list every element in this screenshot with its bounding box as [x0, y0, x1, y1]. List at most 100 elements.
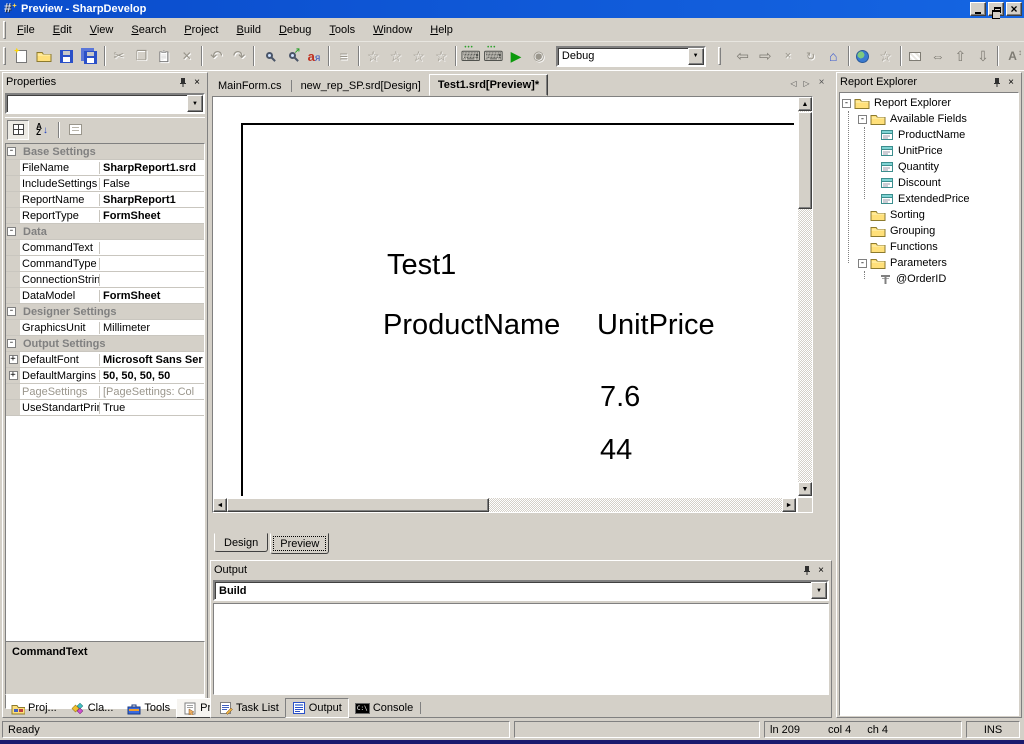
- property-row[interactable]: UseStandartPrirTrue: [6, 400, 204, 416]
- tab-preview[interactable]: Preview: [270, 533, 329, 554]
- tree-item-report-explorer[interactable]: Report Explorer: [840, 95, 1018, 111]
- browse-forward-button[interactable]: [754, 45, 777, 67]
- refresh-button[interactable]: [799, 45, 822, 67]
- report-explorer-close-button[interactable]: ×: [1004, 76, 1018, 89]
- chevron-down-icon[interactable]: [811, 582, 827, 599]
- menu-help[interactable]: Help: [423, 22, 460, 38]
- tab-scroll-left-button[interactable]: ◁: [788, 79, 799, 90]
- next-bookmark-button[interactable]: [407, 45, 430, 67]
- menu-search[interactable]: Search: [124, 22, 173, 38]
- run-button[interactable]: [505, 45, 528, 67]
- menubar-grip[interactable]: [3, 21, 6, 39]
- toolbar-grip-2[interactable]: [718, 47, 721, 65]
- output-close-button[interactable]: ×: [814, 564, 828, 577]
- move-down-button[interactable]: [972, 45, 995, 67]
- pin-button[interactable]: [800, 564, 814, 577]
- expand-icon[interactable]: [9, 355, 18, 364]
- undo-button[interactable]: [205, 45, 228, 67]
- property-row[interactable]: IncludeSettingsFalse: [6, 176, 204, 192]
- property-row[interactable]: CommandText: [6, 240, 204, 256]
- tab-close-button[interactable]: ×: [816, 77, 827, 88]
- minimize-button[interactable]: [970, 2, 986, 16]
- copy-button[interactable]: [130, 45, 153, 67]
- menu-debug[interactable]: Debug: [272, 22, 318, 38]
- tab-output[interactable]: Output: [285, 698, 349, 718]
- property-pages-button[interactable]: [64, 120, 86, 140]
- menu-file[interactable]: File: [10, 22, 42, 38]
- horizontal-scrollbar[interactable]: ◄ ►: [213, 498, 796, 512]
- property-row[interactable]: DataModelFormSheet: [6, 288, 204, 304]
- browse-back-button[interactable]: [731, 45, 754, 67]
- chevron-down-icon[interactable]: [187, 95, 203, 112]
- tree-item-grouping[interactable]: Grouping: [840, 223, 1018, 239]
- font-size-button[interactable]: [1001, 45, 1024, 67]
- collapse-icon[interactable]: [7, 339, 16, 348]
- menu-build[interactable]: Build: [230, 22, 268, 38]
- property-row[interactable]: CommandType: [6, 256, 204, 272]
- tab-test1-preview[interactable]: Test1.srd[Preview]*: [429, 74, 548, 96]
- collapse-icon[interactable]: [858, 115, 867, 124]
- toggle-bookmark-button[interactable]: [362, 45, 385, 67]
- tab-design[interactable]: Design: [214, 533, 268, 552]
- collapse-icon[interactable]: [7, 147, 16, 156]
- collapse-icon[interactable]: [7, 307, 16, 316]
- tree-item-available-fields[interactable]: Available Fields: [840, 111, 1018, 127]
- prev-bookmark-button[interactable]: [385, 45, 408, 67]
- menu-tools[interactable]: Tools: [322, 22, 362, 38]
- scroll-down-button[interactable]: ▼: [798, 482, 812, 496]
- property-row[interactable]: DefaultMargins50, 50, 50, 50: [6, 368, 204, 384]
- property-category-row[interactable]: Base Settings: [6, 144, 204, 160]
- delete-button[interactable]: [175, 45, 198, 67]
- property-row[interactable]: GraphicsUnitMillimeter: [6, 320, 204, 336]
- tree-item-quantity[interactable]: Quantity: [840, 159, 1018, 175]
- collapse-icon[interactable]: [7, 227, 16, 236]
- save-all-button[interactable]: [78, 45, 101, 67]
- menu-edit[interactable]: Edit: [46, 22, 79, 38]
- horizontal-resize-button[interactable]: [926, 45, 949, 67]
- property-row[interactable]: FileNameSharpReport1.srd: [6, 160, 204, 176]
- restore-button[interactable]: [988, 2, 1004, 16]
- new-file-button[interactable]: [10, 45, 33, 67]
- tab-projects[interactable]: Proj...: [5, 698, 63, 718]
- property-row[interactable]: ConnectionStrin: [6, 272, 204, 288]
- tab-new-rep-design[interactable]: new_rep_SP.srd[Design]: [293, 76, 429, 96]
- stop-button[interactable]: [527, 45, 550, 67]
- horizontal-scroll-thumb[interactable]: [227, 498, 489, 512]
- chevron-down-icon[interactable]: [688, 48, 704, 65]
- menu-project[interactable]: Project: [177, 22, 225, 38]
- tab-classes[interactable]: Cla...: [65, 698, 120, 718]
- scroll-left-button[interactable]: ◄: [213, 498, 227, 512]
- tree-item-unitprice[interactable]: UnitPrice: [840, 143, 1018, 159]
- scroll-right-button[interactable]: ►: [782, 498, 796, 512]
- close-button[interactable]: [1006, 2, 1022, 16]
- open-file-button[interactable]: [33, 45, 56, 67]
- menu-window[interactable]: Window: [366, 22, 419, 38]
- play-macro-button[interactable]: [482, 45, 505, 67]
- pin-button[interactable]: [990, 76, 1004, 89]
- web-browser-button[interactable]: [852, 45, 875, 67]
- tab-scroll-right-button[interactable]: ▷: [801, 79, 812, 90]
- tab-task-list[interactable]: Task List: [213, 698, 285, 718]
- tree-item-parameters[interactable]: Parameters: [840, 255, 1018, 271]
- save-button[interactable]: [55, 45, 78, 67]
- clear-bookmarks-button[interactable]: [430, 45, 453, 67]
- property-row[interactable]: PageSettings[PageSettings: Col: [6, 384, 204, 400]
- configuration-combobox[interactable]: Debug: [556, 46, 706, 67]
- vertical-scroll-thumb[interactable]: [798, 112, 812, 209]
- toolbar-grip[interactable]: [3, 47, 6, 65]
- find-button[interactable]: [257, 45, 280, 67]
- stop-load-button[interactable]: [777, 45, 800, 67]
- comment-region-button[interactable]: [332, 45, 355, 67]
- collapse-icon[interactable]: [842, 99, 851, 108]
- replace-button[interactable]: [303, 45, 326, 67]
- tree-item-productname[interactable]: ProductName: [840, 127, 1018, 143]
- tab-tools[interactable]: Tools: [121, 698, 176, 718]
- area-select-button[interactable]: [904, 45, 927, 67]
- output-text-area[interactable]: [213, 603, 829, 695]
- expand-icon[interactable]: [9, 371, 18, 380]
- tab-mainform[interactable]: MainForm.cs: [210, 76, 290, 96]
- tree-item-discount[interactable]: Discount: [840, 175, 1018, 191]
- pin-button[interactable]: [176, 76, 190, 89]
- collapse-icon[interactable]: [858, 259, 867, 268]
- tree-item-orderid[interactable]: @OrderID: [840, 271, 1018, 287]
